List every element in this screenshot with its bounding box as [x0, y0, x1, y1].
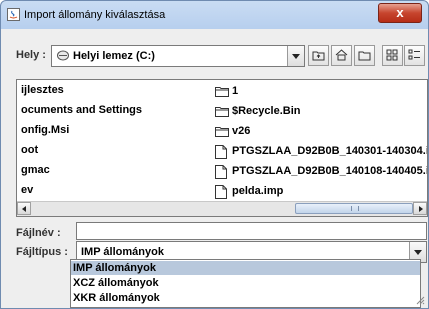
scroll-right-arrow-icon[interactable] [413, 202, 427, 215]
dropdown-option[interactable]: IMP állományok [71, 261, 420, 275]
list-view-button[interactable] [382, 45, 403, 66]
location-combobox[interactable]: Helyi lemez (C:) [51, 45, 305, 67]
up-folder-button[interactable] [308, 45, 329, 66]
window-title: Import állomány kiválasztása [24, 9, 166, 21]
up-folder-icon [312, 51, 325, 61]
home-icon [335, 49, 348, 61]
file-list[interactable]: ijlesztes ocuments and Settings onfig.Ms… [16, 79, 428, 217]
folder-icon [215, 87, 229, 97]
new-folder-button[interactable] [354, 45, 375, 66]
location-label: Hely : [16, 49, 46, 61]
file-item[interactable]: onfig.Msi [21, 124, 69, 140]
file-icon [215, 185, 227, 199]
file-item[interactable]: ocuments and Settings [21, 104, 142, 120]
scroll-left-arrow-icon[interactable] [17, 202, 31, 215]
details-view-button[interactable] [404, 45, 425, 66]
filename-input[interactable] [76, 222, 427, 240]
details-view-icon [408, 49, 420, 60]
folder-icon [215, 107, 229, 117]
file-item[interactable]: ijlesztes [21, 84, 64, 100]
file-icon [215, 145, 227, 159]
dropdown-option[interactable]: XKR állományok [71, 291, 420, 305]
java-app-icon [7, 8, 20, 21]
file-icon [215, 165, 227, 179]
chevron-down-icon[interactable] [287, 46, 304, 66]
filetype-label: Fájltípus : [16, 246, 68, 258]
grip-icon [351, 206, 359, 211]
dropdown-option[interactable]: XCZ állományok [71, 276, 420, 290]
file-item[interactable]: ev [21, 184, 33, 200]
new-folder-icon [358, 51, 371, 61]
close-button[interactable]: x [378, 3, 422, 23]
folder-icon [215, 127, 229, 137]
list-view-icon [386, 49, 398, 61]
horizontal-scrollbar[interactable] [17, 201, 427, 216]
filename-label: Fájlnév : [16, 227, 61, 239]
file-item[interactable]: oot [21, 144, 38, 160]
file-chooser-dialog: Import állomány kiválasztása x Hely : He… [0, 0, 429, 309]
location-value: Helyi lemez (C:) [73, 50, 155, 62]
scrollbar-thumb[interactable] [295, 203, 413, 214]
filetype-dropdown-list[interactable]: IMP állományok XCZ állományok XKR állomá… [70, 259, 421, 308]
filetype-value: IMP állományok [81, 246, 164, 258]
resize-grip-icon[interactable] [416, 296, 425, 305]
title-bar[interactable]: Import állomány kiválasztása x [1, 1, 428, 29]
hard-disk-icon [57, 50, 69, 61]
file-item[interactable]: gmac [21, 164, 50, 180]
home-button[interactable] [331, 45, 352, 66]
